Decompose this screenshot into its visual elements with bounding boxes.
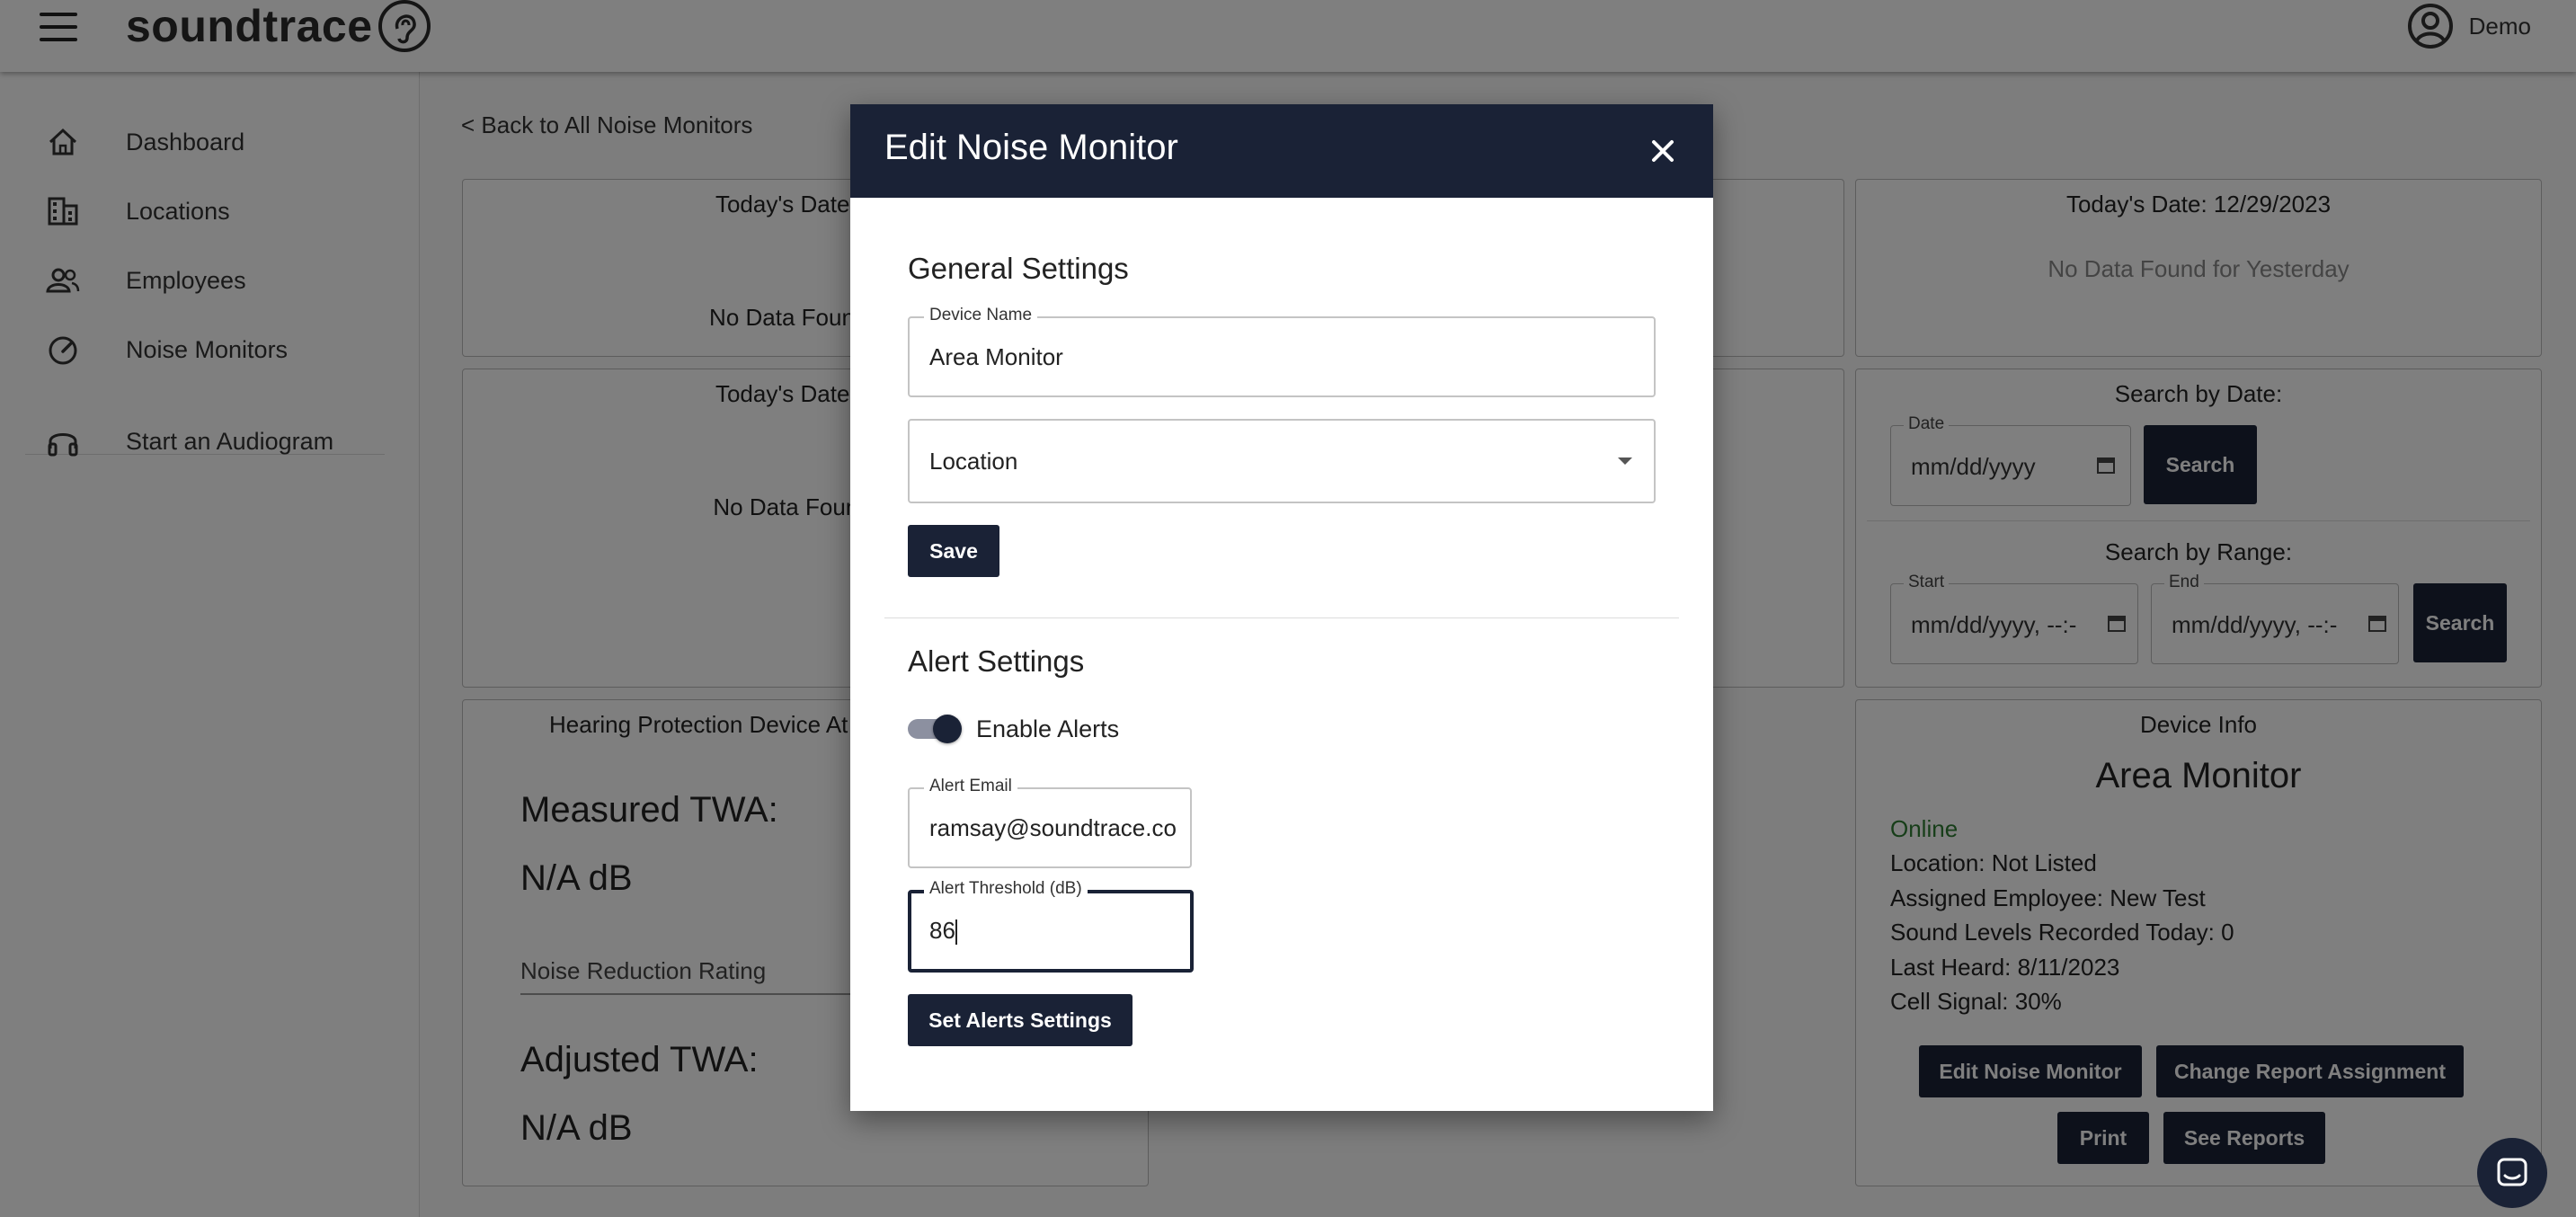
device-name-label: Device Name xyxy=(924,306,1038,325)
alert-settings-title: Alert Settings xyxy=(908,644,1085,678)
text-cursor xyxy=(955,919,957,946)
alert-threshold-label: Alert Threshold (dB) xyxy=(924,879,1088,899)
set-alerts-settings-button[interactable]: Set Alerts Settings xyxy=(908,994,1133,1046)
general-settings-title: General Settings xyxy=(908,252,1129,285)
close-icon[interactable] xyxy=(1647,135,1679,167)
enable-alerts-toggle[interactable]: Enable Alerts xyxy=(908,714,1119,744)
threshold-text: 86 xyxy=(929,917,955,944)
toggle-thumb xyxy=(933,715,962,743)
edit-noise-monitor-dialog: Edit Noise Monitor General Settings Devi… xyxy=(850,104,1713,1111)
section-divider xyxy=(884,617,1679,618)
enable-alerts-label: Enable Alerts xyxy=(976,715,1120,742)
save-button[interactable]: Save xyxy=(908,525,999,577)
chevron-down-icon xyxy=(1618,457,1632,465)
alert-email-label: Alert Email xyxy=(924,777,1017,796)
dialog-header: Edit Noise Monitor xyxy=(850,104,1713,198)
chat-widget-button[interactable] xyxy=(2477,1138,2547,1208)
alert-email-field[interactable]: Alert Email ramsay@soundtrace.co xyxy=(908,777,1192,868)
device-name-value: Area Monitor xyxy=(929,343,1063,370)
dialog-title: Edit Noise Monitor xyxy=(884,128,1178,167)
location-label: Location xyxy=(929,448,1018,475)
location-select[interactable]: Location xyxy=(908,419,1656,503)
chat-icon xyxy=(2497,1158,2527,1186)
alert-email-value: ramsay@soundtrace.co xyxy=(929,814,1177,841)
alert-threshold-value: 86 xyxy=(929,917,957,946)
toggle-switch[interactable] xyxy=(908,714,962,744)
device-name-field[interactable]: Device Name Area Monitor xyxy=(908,306,1656,397)
alert-threshold-field[interactable]: Alert Threshold (dB) 86 xyxy=(908,879,1194,973)
